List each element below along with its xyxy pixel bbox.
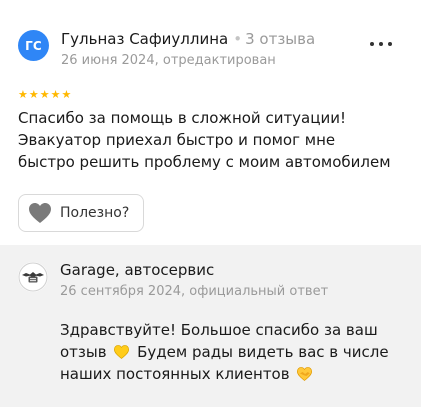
review-text-line: Эвакуатор приехал быстро и помог мне <box>18 131 336 149</box>
reply-text-line: Здравствуйте! Большое спасибо за ваш <box>60 321 378 339</box>
garage-logo-svg <box>18 262 48 292</box>
more-options-button[interactable] <box>370 36 392 52</box>
handshake-heart-emoji-icon <box>297 367 313 381</box>
reply-text-fragment: Будем рады видеть вас в числе <box>137 343 389 361</box>
reply-text-fragment: отзыв <box>60 343 107 361</box>
more-horizontal-icon-dot <box>379 42 383 46</box>
author-line: Гульназ Сафиуллина • 3 отзыва <box>61 30 315 48</box>
useful-button[interactable]: Полезно? <box>18 194 144 232</box>
review-text-line: Спасибо за помощь в сложной ситуации! <box>18 109 346 127</box>
review-text-line: быстро решить проблему с моим автомобиле… <box>18 153 391 171</box>
star-icon: ★ <box>18 88 28 101</box>
star-icon: ★ <box>50 88 61 101</box>
useful-label: Полезно? <box>60 205 130 221</box>
reply-text-fragment: наших постоянных клиентов <box>60 365 290 383</box>
reply-text-line: отзыв Будем рады видеть вас в числе <box>60 341 415 363</box>
more-horizontal-icon-dot <box>388 42 392 46</box>
reply-text: Здравствуйте! Большое спасибо за ваш отз… <box>60 319 415 385</box>
heart-icon <box>29 203 51 223</box>
star-icon: ★ <box>39 88 50 101</box>
rating-stars: ★ ★ ★ ★ ★ <box>18 89 71 100</box>
review-date: 26 июня 2024, отредактирован <box>61 53 276 68</box>
separator-dot: • <box>233 30 243 48</box>
more-horizontal-icon-dot <box>370 42 374 46</box>
business-reply: Garage, автосервис 26 сентября 2024, офи… <box>0 245 421 407</box>
garage-logo-icon <box>18 262 48 292</box>
star-icon: ★ <box>61 88 72 101</box>
reply-date: 26 сентября 2024, официальный ответ <box>60 284 329 299</box>
author-avatar[interactable]: ГС <box>18 30 49 61</box>
reply-text-line: наших постоянных клиентов <box>60 363 415 385</box>
review-card: ГС Гульназ Сафиуллина • 3 отзыва 26 июня 2… <box>0 0 421 242</box>
star-icon: ★ <box>28 88 39 101</box>
review-text: Спасибо за помощь в сложной ситуации! Эв… <box>18 107 413 173</box>
business-name[interactable]: Garage, автосервис <box>60 261 214 279</box>
reviews-count: 3 отзыва <box>245 30 316 48</box>
author-name[interactable]: Гульназ Сафиуллина <box>61 30 228 48</box>
yellow-heart-emoji-icon <box>114 345 130 359</box>
